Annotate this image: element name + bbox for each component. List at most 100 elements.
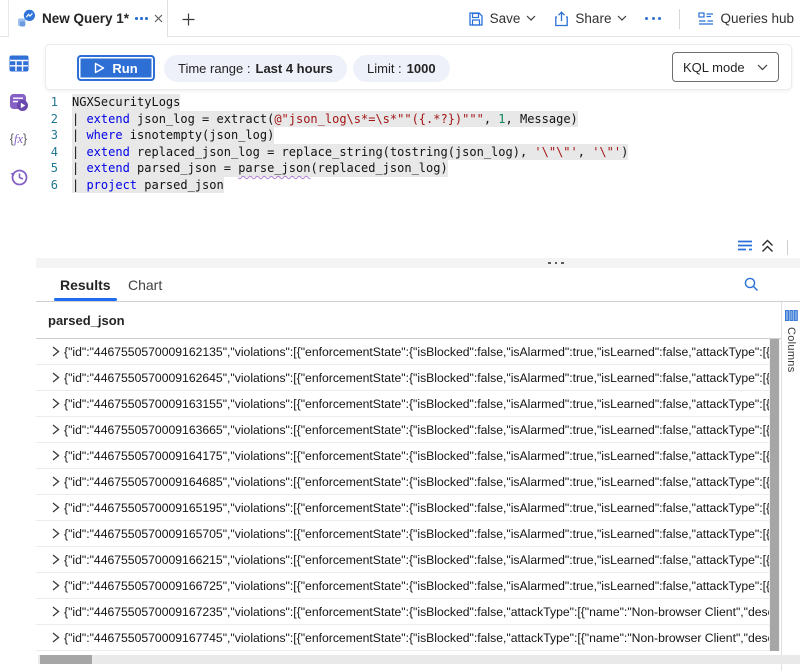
code-text: | extend json_log = extract(@"json_log\s…	[72, 111, 578, 128]
results-panel: Results Chart parsed_json {"id":"4467550…	[36, 268, 800, 671]
more-options-icon[interactable]	[645, 17, 661, 20]
result-row[interactable]: {"id":"4467550570009166215","violations"…	[36, 547, 769, 573]
row-expand-chevron-icon[interactable]	[36, 606, 64, 617]
row-expand-chevron-icon[interactable]	[36, 372, 64, 383]
chevron-down-icon	[617, 15, 627, 22]
save-icon	[468, 11, 484, 27]
tab-results[interactable]: Results	[60, 268, 111, 301]
vertical-scrollbar[interactable]	[769, 339, 780, 651]
horizontal-scrollbar[interactable]	[38, 655, 800, 664]
run-button[interactable]: Run	[77, 55, 155, 81]
divider	[679, 9, 680, 29]
save-button[interactable]: Save	[468, 11, 537, 27]
collapse-panel-icon[interactable]	[761, 239, 774, 253]
share-icon	[554, 11, 569, 27]
tab-chart[interactable]: Chart	[128, 268, 162, 301]
splitter-grip-icon[interactable]	[548, 262, 564, 265]
result-row[interactable]: {"id":"4467550570009167235","violations"…	[36, 599, 769, 625]
left-sidebar: {fx}	[0, 37, 36, 671]
row-json-value: {"id":"4467550570009163155","violations"…	[64, 397, 769, 411]
row-json-value: {"id":"4467550570009162135","violations"…	[64, 345, 769, 359]
chevron-down-icon	[526, 15, 536, 22]
code-text: NGXSecurityLogs	[72, 94, 180, 111]
row-expand-chevron-icon[interactable]	[36, 398, 64, 409]
columns-side-panel[interactable]: Columns	[781, 302, 800, 671]
code-line[interactable]: 5| extend parsed_json = parse_json(repla…	[36, 160, 800, 177]
code-line[interactable]: 3| where isnotempty(json_log)	[36, 127, 800, 144]
code-line[interactable]: 1NGXSecurityLogs	[36, 94, 800, 111]
row-json-value: {"id":"4467550570009167235","violations"…	[64, 605, 769, 619]
row-expand-chevron-icon[interactable]	[36, 528, 64, 539]
result-row[interactable]: {"id":"4467550570009163155","violations"…	[36, 391, 769, 417]
code-line[interactable]: 6| project parsed_json	[36, 177, 800, 194]
row-expand-chevron-icon[interactable]	[36, 424, 64, 435]
row-json-value: {"id":"4467550570009163665","violations"…	[64, 423, 769, 437]
editor-scrollbar[interactable]	[787, 240, 788, 255]
row-expand-chevron-icon[interactable]	[36, 632, 64, 643]
columns-panel-label: Columns	[785, 327, 797, 373]
tab-title: New Query 1*	[42, 11, 129, 26]
new-tab-button[interactable]	[178, 9, 198, 29]
column-header-row[interactable]: parsed_json	[36, 302, 781, 339]
row-expand-chevron-icon[interactable]	[36, 554, 64, 565]
row-expand-chevron-icon[interactable]	[36, 450, 64, 461]
result-row[interactable]: {"id":"4467550570009163665","violations"…	[36, 417, 769, 443]
word-wrap-icon[interactable]	[738, 240, 753, 253]
row-json-value: {"id":"4467550570009166725","violations"…	[64, 579, 769, 593]
share-button[interactable]: Share	[554, 11, 627, 27]
result-row[interactable]: {"id":"4467550570009165195","violations"…	[36, 495, 769, 521]
results-body: {"id":"4467550570009162135","violations"…	[36, 339, 769, 651]
chevron-down-icon	[757, 64, 768, 71]
result-row[interactable]: {"id":"4467550570009165705","violations"…	[36, 521, 769, 547]
code-line[interactable]: 2| extend json_log = extract(@"json_log\…	[36, 111, 800, 128]
tab-close-icon[interactable]	[154, 11, 163, 27]
row-expand-chevron-icon[interactable]	[36, 476, 64, 487]
code-text: | project parsed_json	[72, 177, 224, 194]
query-tab[interactable]: New Query 1*	[8, 0, 168, 37]
code-text: | extend replaced_json_log = replace_str…	[72, 144, 628, 161]
query-workspace: New Query 1* Save Share Q	[0, 0, 800, 671]
queries-hub-button[interactable]: Queries hub	[698, 11, 794, 26]
line-number: 3	[36, 127, 72, 144]
line-number: 1	[36, 94, 72, 111]
result-row[interactable]: {"id":"4467550570009162135","violations"…	[36, 339, 769, 365]
vertical-scrollbar-thumb[interactable]	[770, 339, 779, 651]
time-range-pill[interactable]: Time range : Last 4 hours	[164, 55, 347, 82]
search-button[interactable]	[743, 276, 760, 298]
kql-mode-select[interactable]: KQL mode	[672, 52, 779, 82]
query-editor[interactable]: 1NGXSecurityLogs2| extend json_log = ext…	[36, 94, 800, 240]
code-line[interactable]: 4| extend replaced_json_log = replace_st…	[36, 144, 800, 161]
row-json-value: {"id":"4467550570009167745","violations"…	[64, 631, 769, 645]
row-json-value: {"id":"4467550570009166215","violations"…	[64, 553, 769, 567]
row-expand-chevron-icon[interactable]	[36, 346, 64, 357]
tab-bar: New Query 1* Save Share Q	[0, 0, 800, 37]
table-explorer-icon[interactable]	[8, 53, 29, 74]
column-header-parsed-json[interactable]: parsed_json	[48, 313, 125, 328]
saved-scripts-icon[interactable]	[8, 91, 29, 112]
panel-splitter[interactable]	[36, 258, 800, 268]
row-expand-chevron-icon[interactable]	[36, 580, 64, 591]
row-expand-chevron-icon[interactable]	[36, 502, 64, 513]
tab-more-options-icon[interactable]	[135, 17, 148, 20]
row-json-value: {"id":"4467550570009164685","violations"…	[64, 475, 769, 489]
result-row[interactable]: {"id":"4467550570009167745","violations"…	[36, 625, 769, 651]
columns-icon	[785, 310, 798, 321]
result-row[interactable]: {"id":"4467550570009164175","violations"…	[36, 443, 769, 469]
result-row[interactable]: {"id":"4467550570009162645","violations"…	[36, 365, 769, 391]
row-json-value: {"id":"4467550570009162645","violations"…	[64, 371, 769, 385]
line-number: 2	[36, 111, 72, 128]
query-history-icon[interactable]	[8, 166, 29, 187]
play-icon	[94, 62, 105, 74]
line-number: 4	[36, 144, 72, 161]
functions-icon[interactable]: {fx}	[8, 129, 29, 150]
row-json-value: {"id":"4467550570009164175","violations"…	[64, 449, 769, 463]
line-number: 5	[36, 160, 72, 177]
top-actions: Save Share Queries hub	[468, 0, 794, 37]
result-row[interactable]: {"id":"4467550570009164685","violations"…	[36, 469, 769, 495]
row-json-value: {"id":"4467550570009165195","violations"…	[64, 501, 769, 515]
query-toolbar: Run Time range : Last 4 hours Limit : 10…	[45, 44, 792, 90]
limit-pill[interactable]: Limit : 1000	[353, 55, 450, 82]
queries-hub-icon	[698, 12, 714, 26]
horizontal-scrollbar-thumb[interactable]	[40, 655, 92, 664]
result-row[interactable]: {"id":"4467550570009166725","violations"…	[36, 573, 769, 599]
